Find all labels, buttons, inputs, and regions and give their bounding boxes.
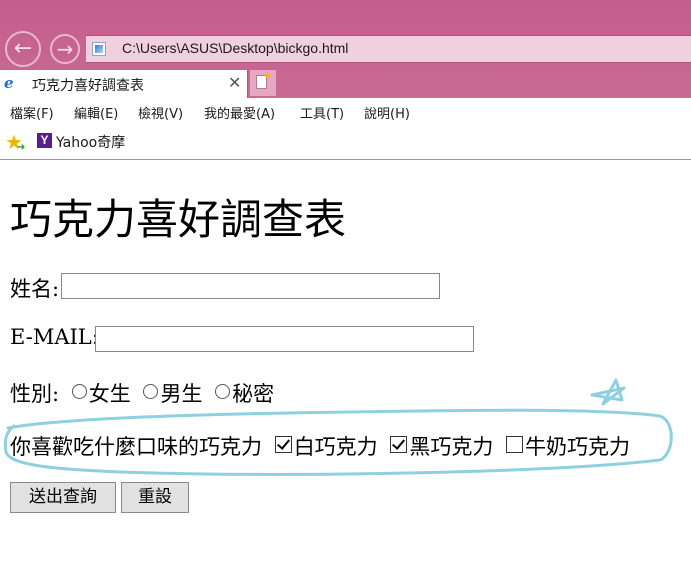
radio-female[interactable] [71,384,87,399]
menu-file[interactable]: 檔案(F) [10,103,54,122]
radio-secret-label: 秘密 [232,382,275,406]
page-content: 巧克力喜好調查表 姓名: E-MAIL: 性別: 女生 男生 秘密 你喜歡吃什麼… [0,160,691,580]
new-tab-icon [256,73,270,89]
ie-icon: e [4,74,14,92]
gender-row: 性別: 女生 男生 秘密 [10,378,274,408]
page-title: 巧克力喜好調查表 [10,195,347,244]
name-input[interactable] [61,273,440,299]
forward-button[interactable]: → [50,34,80,64]
flavor-question: 你喜歡吃什麼口味的巧克力 [10,435,262,459]
email-label: E-MAIL: [10,325,99,349]
close-tab-icon[interactable]: ✕ [228,73,241,92]
radio-male[interactable] [143,384,159,399]
menu-edit[interactable]: 編輯(E) [74,103,118,122]
gender-label: 性別: [10,382,60,406]
radio-secret[interactable] [215,384,231,399]
page-file-icon [92,42,106,56]
email-row: E-MAIL: [10,325,99,349]
radio-female-label: 女生 [88,382,131,406]
address-text: C:\Users\ASUS\Desktop\bickgo.html [122,40,349,56]
milk-chocolate-label: 牛奶巧克力 [525,435,631,459]
menu-tools[interactable]: 工具(T) [300,103,344,122]
yahoo-logo-icon[interactable]: Y [37,133,52,148]
back-button[interactable]: ← [5,31,41,67]
menu-view[interactable]: 檢視(V) [138,103,183,122]
checkbox-dark-chocolate[interactable] [390,436,408,453]
tab-title: 巧克力喜好調查表 [32,78,144,94]
new-tab-button[interactable] [250,70,276,96]
favorites-bar: ★ ➜ Y Yahoo奇摩 [0,124,691,160]
checkbox-milk-chocolate[interactable] [506,436,524,453]
annotation-star [590,378,626,406]
menu-bar: 檔案(F) 編輯(E) 檢視(V) 我的最愛(A) 工具(T) 說明(H) [0,98,691,124]
tab-active[interactable]: e 巧克力喜好調查表 ✕ [0,70,248,98]
favorite-yahoo-link[interactable]: Yahoo奇摩 [56,132,125,152]
reset-button[interactable]: 重設 [121,482,189,513]
browser-titlebar: ← → C:\Users\ASUS\Desktop\bickgo.html e … [0,0,691,98]
forward-arrow-icon: → [56,37,74,61]
back-arrow-icon: ← [13,36,33,61]
name-row: 姓名: [10,273,59,303]
menu-help[interactable]: 說明(H) [364,103,410,122]
dark-chocolate-label: 黑巧克力 [409,435,494,459]
radio-male-label: 男生 [160,382,203,406]
submit-button[interactable]: 送出查詢 [10,482,116,513]
flavor-row: 你喜歡吃什麼口味的巧克力 白巧克力 黑巧克力 牛奶巧克力 [10,431,630,461]
green-arrow-icon: ➜ [17,142,26,153]
checkbox-white-chocolate[interactable] [274,436,292,453]
white-chocolate-label: 白巧克力 [293,435,378,459]
email-input[interactable] [95,326,474,352]
address-bar[interactable]: C:\Users\ASUS\Desktop\bickgo.html [86,35,691,63]
menu-favorites[interactable]: 我的最愛(A) [204,103,275,122]
name-label: 姓名: [10,277,60,301]
